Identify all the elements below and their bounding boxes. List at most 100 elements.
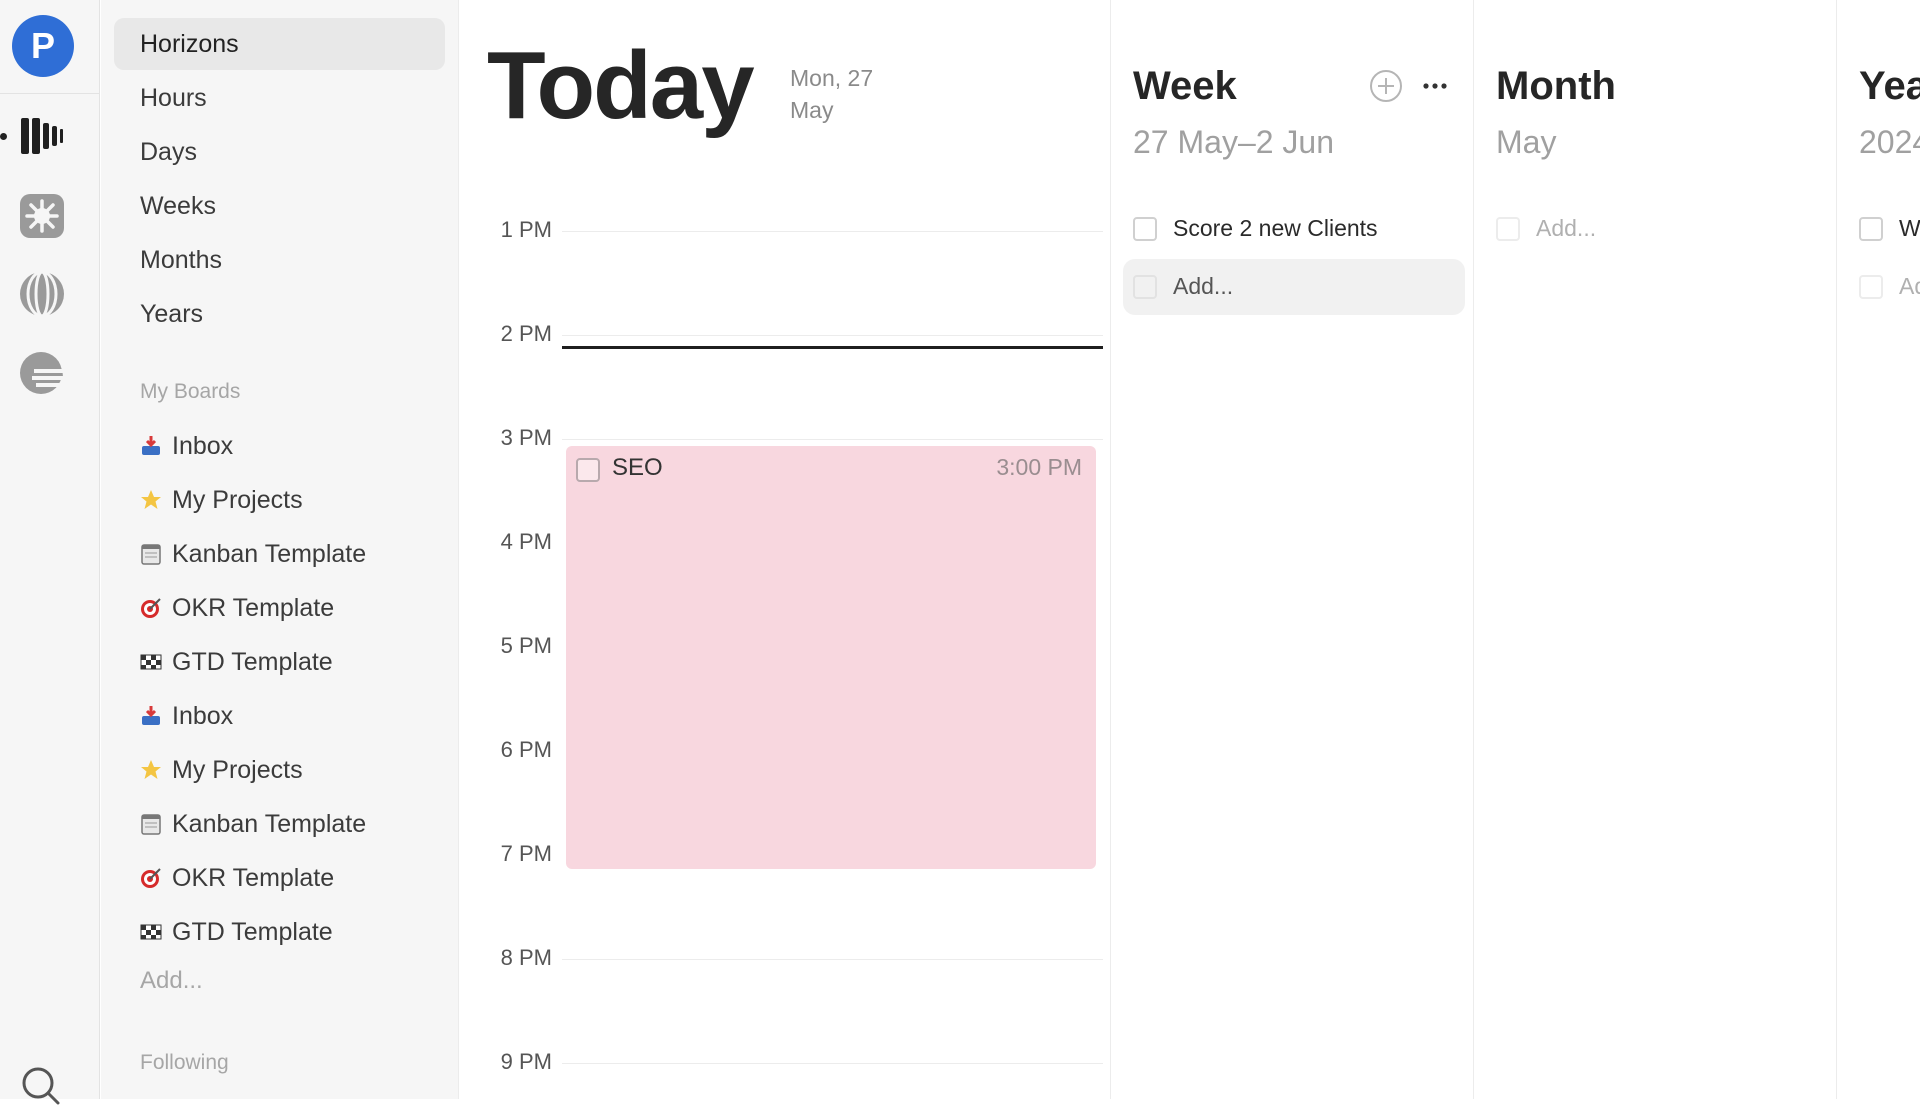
board-item-my-projects[interactable]: My Projects — [140, 750, 303, 790]
board-label: GTD Template — [172, 647, 333, 676]
inbox-tray-icon — [142, 706, 160, 725]
add-board-button[interactable]: Add... — [140, 967, 203, 995]
hour-gridline — [562, 439, 1103, 440]
hour-label: 3 PM — [500, 425, 552, 450]
task-item[interactable]: Score 2 new Clients — [1133, 215, 1378, 242]
star-icon — [141, 490, 161, 509]
week-title: Week — [1133, 64, 1237, 108]
nav-months[interactable]: Months — [114, 234, 445, 286]
sidebar: Horizons Hours Days Weeks Months Years M… — [101, 0, 459, 1099]
notepad-icon — [141, 814, 161, 835]
hour-label: 9 PM — [500, 1049, 552, 1074]
hour-gridline — [562, 959, 1103, 960]
hour-label: 1 PM — [500, 217, 552, 242]
star-icon — [141, 760, 161, 779]
nav-days[interactable]: Days — [114, 126, 445, 178]
add-task-row[interactable]: Add... — [1123, 259, 1465, 315]
event-time: 3:00 PM — [996, 454, 1082, 480]
hour-gridline — [562, 231, 1103, 232]
add-task-label: Add... — [1173, 273, 1234, 299]
nav-weeks[interactable]: Weeks — [114, 180, 445, 232]
board-item-gtd-template[interactable]: GTD Template — [140, 912, 333, 952]
board-item-okr-template[interactable]: OKR Template — [140, 858, 334, 898]
hour-label: 5 PM — [500, 633, 552, 658]
board-label: Inbox — [172, 431, 234, 460]
current-time-indicator — [562, 346, 1103, 349]
today-column: Today Mon, 27 May 1 PM 2 PM 3 PM 4 PM 5 … — [460, 0, 1111, 1099]
notepad-icon — [141, 544, 161, 565]
inbox-tray-icon — [142, 436, 160, 455]
board-item-inbox[interactable]: Inbox — [140, 426, 233, 466]
hour-label: 8 PM — [500, 945, 552, 970]
page-title: Today — [487, 32, 755, 139]
add-task-label: Add... — [1536, 215, 1597, 241]
task-label: W — [1899, 215, 1920, 241]
today-date: Mon, 27 May — [790, 62, 900, 126]
star-burst-icon[interactable] — [18, 192, 66, 240]
hour-gridline — [562, 1063, 1103, 1064]
target-icon — [141, 868, 161, 888]
nav-years[interactable]: Years — [114, 288, 445, 340]
board-label: My Projects — [172, 485, 303, 514]
search-icon[interactable] — [20, 1065, 60, 1105]
year-title: Yea — [1859, 64, 1920, 108]
week-range: 27 May–2 Jun — [1133, 124, 1335, 160]
globe-icon[interactable] — [18, 270, 66, 318]
date-line: May — [790, 97, 834, 123]
board-label: Inbox — [172, 701, 234, 730]
calendar-event[interactable]: SEO 3:00 PM — [566, 446, 1096, 869]
board-item-kanban-template[interactable]: Kanban Template — [140, 534, 366, 574]
task-checkbox — [1133, 275, 1157, 299]
nav-hours[interactable]: Hours — [114, 72, 445, 124]
task-label: Score 2 new Clients — [1173, 215, 1378, 241]
event-title: SEO — [612, 454, 663, 481]
more-options-icon[interactable] — [1417, 68, 1453, 104]
board-label: OKR Template — [172, 863, 335, 892]
rail-divider — [0, 93, 100, 94]
nav-horizons[interactable]: Horizons — [114, 18, 445, 70]
following-heading: Following — [140, 1051, 229, 1074]
hour-label: 4 PM — [500, 529, 552, 554]
task-checkbox[interactable] — [1859, 216, 1883, 241]
add-circle-icon[interactable] — [1368, 68, 1404, 104]
board-label: GTD Template — [172, 917, 333, 946]
hour-label: 2 PM — [500, 321, 552, 346]
task-checkbox — [1496, 216, 1520, 241]
board-item-my-projects[interactable]: My Projects — [140, 480, 303, 520]
board-item-kanban-template[interactable]: Kanban Template — [140, 804, 366, 844]
year-column: Yea 2024 W Ad — [1837, 0, 1920, 1099]
board-label: My Projects — [172, 755, 303, 784]
year-sub: 2024 — [1859, 124, 1920, 160]
app-rail: P — [0, 0, 100, 1105]
checkered-flag-icon — [140, 654, 162, 670]
board-label: Kanban Template — [172, 809, 367, 838]
add-task-label: Ad — [1899, 273, 1920, 299]
checkered-flag-icon — [140, 924, 162, 940]
hour-label: 7 PM — [500, 841, 552, 866]
month-title: Month — [1496, 64, 1616, 108]
hour-label: 6 PM — [500, 737, 552, 762]
add-task-row[interactable]: Ad — [1859, 273, 1920, 300]
active-indicator — [0, 133, 7, 140]
my-boards-heading: My Boards — [140, 380, 241, 403]
date-line: Mon, 27 — [790, 65, 874, 91]
board-item-inbox[interactable]: Inbox — [140, 696, 233, 736]
event-checkbox[interactable] — [576, 458, 600, 482]
add-task-row[interactable]: Add... — [1496, 215, 1596, 242]
sunset-icon[interactable] — [18, 348, 66, 396]
month-column: Month May Add... — [1474, 0, 1837, 1099]
task-checkbox[interactable] — [1133, 216, 1157, 241]
board-item-okr-template[interactable]: OKR Template — [140, 588, 334, 628]
board-label: Kanban Template — [172, 539, 367, 568]
horizons-bars-icon[interactable] — [18, 112, 66, 160]
board-item-gtd-template[interactable]: GTD Template — [140, 642, 333, 682]
hour-gridline — [562, 335, 1103, 336]
user-avatar[interactable]: P — [12, 15, 74, 77]
target-icon — [141, 598, 161, 618]
month-sub: May — [1496, 124, 1557, 160]
board-label: OKR Template — [172, 593, 335, 622]
task-item[interactable]: W — [1859, 215, 1920, 242]
avatar-letter: P — [30, 25, 55, 66]
task-checkbox — [1859, 274, 1883, 299]
week-column: Week 27 May–2 Jun Score 2 new Clients Ad… — [1111, 0, 1474, 1099]
